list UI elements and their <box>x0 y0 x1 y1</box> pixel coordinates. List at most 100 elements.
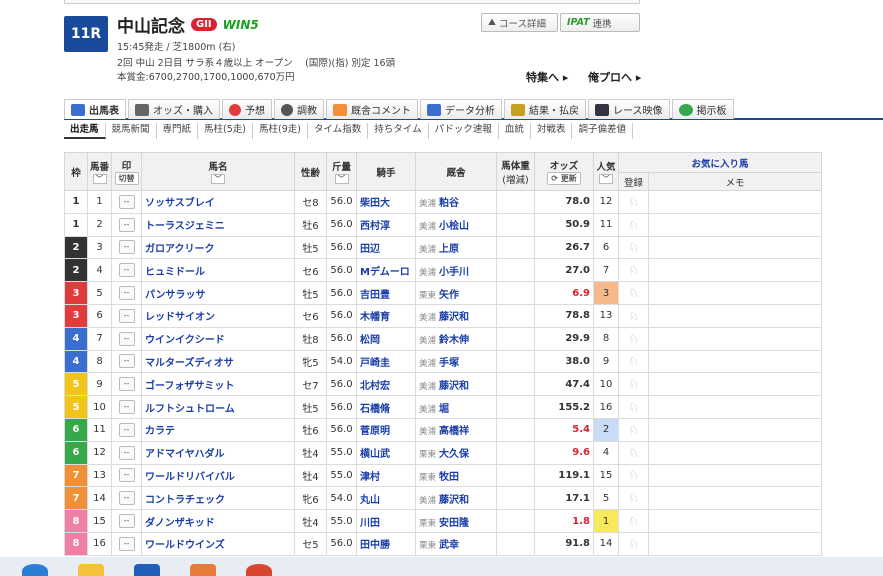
pro-link[interactable]: 俺プロへ ▸ <box>588 69 641 85</box>
jockey-cell[interactable]: 津村 <box>356 463 416 488</box>
mark-select[interactable]: -- <box>118 240 135 255</box>
horse-name-link[interactable]: コントラチェック <box>145 495 225 506</box>
subtab-taisen[interactable]: 対戦表 <box>531 123 573 139</box>
trainer-cell[interactable]: 栗東 大久保 <box>415 440 497 465</box>
horse-cell[interactable]: コントラチェック <box>141 486 295 511</box>
mark-select[interactable]: -- <box>118 194 135 209</box>
horse-add-icon[interactable]: ♘ <box>628 195 639 209</box>
memo-cell[interactable] <box>648 303 822 328</box>
horse-name-link[interactable]: ワールドウインズ <box>145 540 225 551</box>
horse-name-link[interactable]: ヒュミドール <box>145 267 205 278</box>
trainer-link[interactable]: 武幸 <box>439 540 459 551</box>
mark-cell[interactable]: -- <box>111 531 142 556</box>
trainer-cell[interactable]: 美浦 粕谷 <box>415 190 497 214</box>
fav-register-cell[interactable]: ♘ <box>618 531 649 556</box>
trainer-link[interactable]: 高橋祥 <box>439 426 469 437</box>
col-popularity[interactable]: 人気 ﹀ <box>593 152 619 191</box>
windows-start-icon[interactable] <box>22 564 48 576</box>
trainer-cell[interactable]: 美浦堀 <box>415 395 497 419</box>
horse-add-icon[interactable]: ♘ <box>628 354 639 368</box>
memo-cell[interactable] <box>648 509 822 533</box>
memo-cell[interactable] <box>648 395 822 419</box>
fav-register-cell[interactable]: ♘ <box>618 417 649 442</box>
trainer-link[interactable]: 上原 <box>439 244 459 255</box>
jockey-cell[interactable]: 田中勝 <box>356 531 416 556</box>
tab-chokyo[interactable]: 調教 <box>274 99 324 119</box>
trainer-link[interactable]: 手塚 <box>439 358 459 369</box>
jockey-cell[interactable]: 松岡 <box>356 326 416 351</box>
fav-register-cell[interactable]: ♘ <box>618 326 649 351</box>
subtab-mochi-time[interactable]: 持ちタイム <box>368 123 429 139</box>
subtab-shusso[interactable]: 出走馬 <box>64 123 106 139</box>
horse-name-link[interactable]: カラテ <box>145 426 175 437</box>
fav-register-cell[interactable]: ♘ <box>618 509 649 533</box>
horse-name-link[interactable]: ソッサスブレイ <box>145 198 215 209</box>
mark-select[interactable]: -- <box>118 491 135 506</box>
mark-select[interactable]: -- <box>118 514 135 529</box>
horse-name-link[interactable]: ダノンザキッド <box>145 518 215 529</box>
memo-cell[interactable] <box>648 372 822 397</box>
jockey-link[interactable]: 津村 <box>360 472 380 483</box>
jockey-cell[interactable]: 菅原明 <box>356 417 416 442</box>
horse-name-link[interactable]: ウインイクシード <box>145 335 225 346</box>
horse-cell[interactable]: ワールドリバイバル <box>141 463 295 488</box>
mark-cell[interactable]: -- <box>111 281 142 305</box>
course-detail-button[interactable]: ⛰ コース詳細 <box>481 13 558 32</box>
trainer-link[interactable]: 大久保 <box>439 449 469 460</box>
memo-cell[interactable] <box>648 417 822 442</box>
trainer-link[interactable]: 藤沢和 <box>439 312 469 323</box>
odds-refresh-button[interactable]: ⟳ 更新 <box>547 172 581 185</box>
mark-cell[interactable]: -- <box>111 463 142 488</box>
jockey-link[interactable]: 田辺 <box>360 244 380 255</box>
mark-select[interactable]: -- <box>118 354 135 369</box>
trainer-link[interactable]: 堀 <box>439 404 449 415</box>
subtab-shinbun[interactable]: 競馬新聞 <box>106 123 157 139</box>
jockey-cell[interactable]: 西村淳 <box>356 212 416 237</box>
mark-select[interactable]: -- <box>118 286 135 301</box>
fav-register-cell[interactable]: ♘ <box>618 281 649 305</box>
trainer-cell[interactable]: 美浦 手塚 <box>415 349 497 374</box>
subtab-senmonshi[interactable]: 専門紙 <box>157 123 199 139</box>
fav-register-cell[interactable]: ♘ <box>618 349 649 374</box>
trainer-cell[interactable]: 美浦 高橋祥 <box>415 417 497 442</box>
trainer-cell[interactable]: 美浦 藤沢和 <box>415 303 497 328</box>
mark-select[interactable]: -- <box>118 377 135 392</box>
jockey-cell[interactable]: 横山武 <box>356 440 416 465</box>
ipat-link-button[interactable]: IPAT 連携 <box>560 13 640 32</box>
horse-name-link[interactable]: ゴーフォザサミット <box>145 381 234 392</box>
trainer-cell[interactable]: 栗東 武幸 <box>415 531 497 556</box>
horse-add-icon[interactable]: ♘ <box>628 218 639 232</box>
subtab-paddock[interactable]: パドック速報 <box>429 123 499 139</box>
jockey-link[interactable]: 菅原明 <box>360 426 390 437</box>
memo-cell[interactable] <box>648 258 822 283</box>
jockey-link[interactable]: 木幡育 <box>360 312 390 323</box>
fav-register-cell[interactable]: ♘ <box>618 463 649 488</box>
trainer-link[interactable]: 鈴木伸 <box>439 335 469 346</box>
horse-cell[interactable]: ヒュミドール <box>141 258 295 283</box>
jockey-link[interactable]: 松岡 <box>360 335 380 346</box>
subtab-umabashira5[interactable]: 馬柱(5走) <box>198 123 254 139</box>
mark-cell[interactable]: -- <box>111 509 142 533</box>
mark-cell[interactable]: -- <box>111 235 142 260</box>
fav-register-cell[interactable]: ♘ <box>618 440 649 465</box>
horse-cell[interactable]: ルフトシュトローム <box>141 395 295 419</box>
mark-cell[interactable]: -- <box>111 190 142 214</box>
horse-name-link[interactable]: マルターズディオサ <box>145 358 234 369</box>
horse-add-icon[interactable]: ♘ <box>628 537 639 551</box>
mark-switch-button[interactable]: 切替 <box>114 172 139 185</box>
jockey-link[interactable]: 西村淳 <box>360 221 390 232</box>
horse-add-icon[interactable]: ♘ <box>628 377 639 391</box>
jockey-cell[interactable]: Mデムーロ <box>356 258 416 283</box>
file-explorer-icon[interactable] <box>78 564 104 576</box>
mark-select[interactable]: -- <box>118 263 135 278</box>
horse-cell[interactable]: ガロアクリーク <box>141 235 295 260</box>
jockey-link[interactable]: 川田 <box>360 518 380 529</box>
sort-arrow-icon[interactable]: ﹀ <box>211 174 225 184</box>
horse-add-icon[interactable]: ♘ <box>628 423 639 437</box>
tab-result[interactable]: 結果・払戻 <box>504 99 586 119</box>
jockey-link[interactable]: 柴田大 <box>360 198 390 209</box>
horse-cell[interactable]: ワールドウインズ <box>141 531 295 556</box>
horse-name-link[interactable]: ルフトシュトローム <box>145 404 235 415</box>
horse-name-link[interactable]: トーラスジェミニ <box>145 221 225 232</box>
horse-add-icon[interactable]: ♘ <box>628 400 639 414</box>
